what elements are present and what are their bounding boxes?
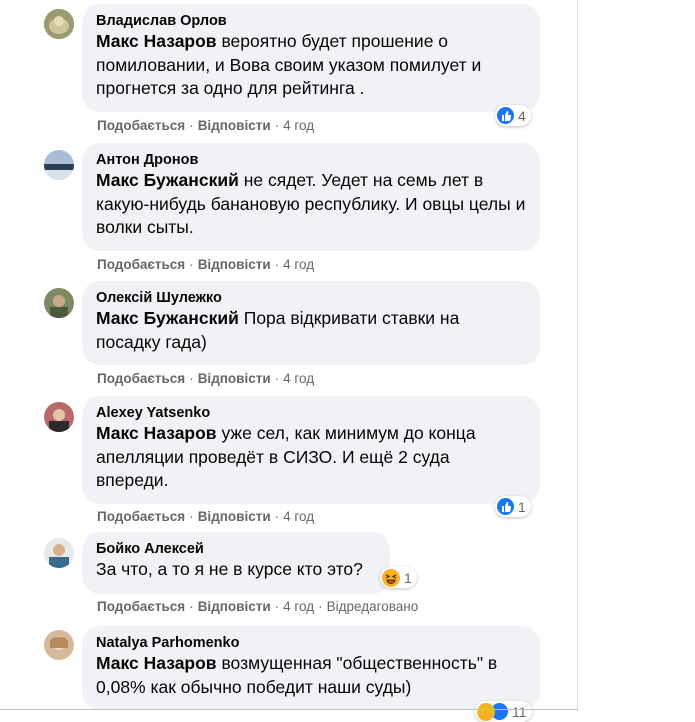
comment-time[interactable]: 4 год (283, 118, 314, 133)
comment-bubble: Alexey Yatsenko Макс Назаров уже сел, ка… (82, 396, 540, 504)
comment-author[interactable]: Олексій Шулежко (96, 289, 526, 307)
reaction-summary[interactable]: 1 (380, 567, 417, 588)
comment-text: За что, а то я не в курсе кто это? (96, 559, 363, 579)
like-icon (497, 498, 514, 515)
mention-link[interactable]: Макс Назаров (96, 31, 217, 51)
reaction-count: 11 (512, 703, 527, 720)
avatar[interactable] (44, 150, 74, 180)
reply-button[interactable]: Відповісти (198, 371, 271, 386)
comment-bubble: Олексій Шулежко Макс Бужанский Пора відк… (82, 281, 540, 365)
like-button[interactable]: Подобається (97, 371, 185, 386)
mention-link[interactable]: Макс Назаров (96, 653, 217, 673)
comment-time[interactable]: 4 год (283, 599, 314, 614)
comment-author[interactable]: Natalya Parhomenko (96, 634, 526, 652)
avatar[interactable] (44, 538, 74, 568)
comment-bubble: Антон Дронов Макс Бужанский не сядет. Уе… (82, 143, 540, 251)
reply-button[interactable]: Відповісти (198, 599, 271, 614)
comment-text: Макс Назаров возмущенная "общественность… (96, 653, 498, 697)
like-button[interactable]: Подобається (97, 599, 185, 614)
avatar[interactable] (44, 9, 74, 39)
haha-icon (477, 702, 495, 721)
comment-bubble: Бойко Алексей За что, а то я не в курсе … (82, 532, 390, 594)
comment: Антон Дронов Макс Бужанский не сядет. Уе… (0, 140, 600, 280)
avatar[interactable] (44, 288, 74, 318)
comment-author[interactable]: Антон Дронов (96, 151, 526, 169)
comment: Олексій Шулежко Макс Бужанский Пора відк… (0, 280, 600, 395)
reaction-summary[interactable]: 11 (475, 701, 532, 722)
comment: Natalya Parhomenko Макс Назаров возмущен… (0, 625, 600, 722)
reaction-summary[interactable]: 4 (495, 105, 531, 126)
like-button[interactable]: Подобається (97, 257, 185, 272)
comment-author[interactable]: Бойко Алексей (96, 540, 376, 558)
comment-time[interactable]: 4 год (283, 371, 314, 386)
comment-author[interactable]: Alexey Yatsenko (96, 404, 526, 422)
comment-author[interactable]: Владислав Орлов (96, 12, 526, 30)
comment-actions: Подобається · Відповісти · 4 год · Відредагова… (97, 599, 419, 614)
comment-bubble: Владислав Орлов Макс Назаров вероятно бу… (82, 4, 540, 112)
avatar[interactable] (44, 630, 74, 660)
comment-bubble: Natalya Parhomenko Макс Назаров возмущен… (82, 626, 540, 710)
comment-actions: Подобається · Відповісти · 4 год (97, 257, 315, 272)
reply-button[interactable]: Відповісти (198, 509, 271, 524)
edited-label[interactable]: Відредаговано (327, 599, 419, 614)
mention-link[interactable]: Макс Бужанский (96, 170, 239, 190)
comment-text: Макс Бужанский не сядет. Уедет на семь л… (96, 170, 526, 237)
bottom-divider (0, 709, 578, 710)
mention-link[interactable]: Макс Бужанский (96, 308, 239, 328)
like-button[interactable]: Подобається (97, 118, 185, 133)
comment: Alexey Yatsenko Макс Назаров уже сел, ка… (0, 395, 600, 530)
reaction-count: 1 (518, 498, 526, 515)
mention-link[interactable]: Макс Назаров (96, 423, 217, 443)
comment-actions: Подобається · Відповісти · 4 год (97, 118, 315, 133)
reaction-summary[interactable]: 1 (495, 496, 531, 517)
comment: Бойко Алексей За что, а то я не в курсе … (0, 530, 600, 625)
reaction-count: 4 (518, 107, 526, 124)
comment-time[interactable]: 4 год (283, 257, 314, 272)
avatar[interactable] (44, 402, 74, 432)
comment-text: Макс Назаров вероятно будет прошение о п… (96, 31, 482, 98)
comment-actions: Подобається · Відповісти · 4 год (97, 371, 315, 386)
haha-icon (382, 568, 400, 587)
comment-text: Макс Назаров уже сел, как минимум до кон… (96, 423, 476, 490)
reply-button[interactable]: Відповісти (198, 257, 271, 272)
like-icon (497, 107, 514, 124)
comment-text: Макс Бужанский Пора відкривати ставки на… (96, 308, 460, 352)
comment-time[interactable]: 4 год (283, 509, 314, 524)
reaction-count: 1 (404, 569, 412, 586)
comment-actions: Подобається · Відповісти · 4 год (97, 509, 315, 524)
like-button[interactable]: Подобається (97, 509, 185, 524)
comment: Владислав Орлов Макс Назаров вероятно бу… (0, 0, 600, 140)
reply-button[interactable]: Відповісти (198, 118, 271, 133)
